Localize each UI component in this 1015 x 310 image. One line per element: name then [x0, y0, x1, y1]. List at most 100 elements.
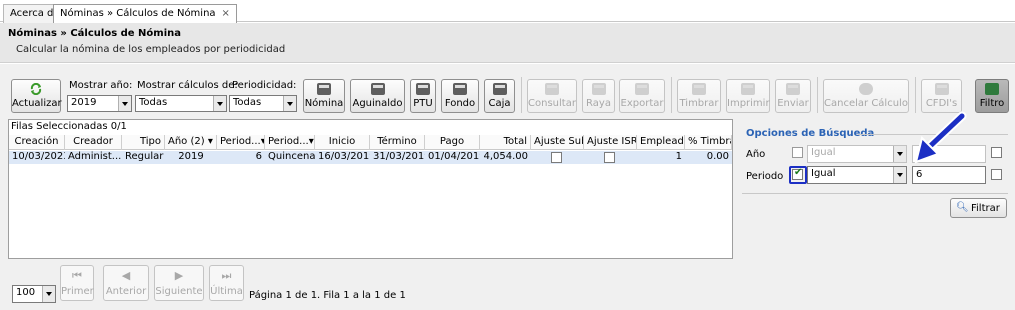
cell-total: 4,054.00 — [483, 151, 528, 162]
caja-label: Caja — [488, 98, 511, 109]
toolbar-divider — [817, 77, 818, 113]
toolbar-divider — [915, 77, 916, 113]
checkmark-icon: ✔ — [794, 167, 803, 178]
first-page-label: Primer — [61, 286, 94, 297]
cell-anio: 2019 — [178, 151, 204, 162]
chevron-down-icon — [118, 96, 131, 111]
timbrar-button[interactable]: Timbrar — [677, 79, 721, 113]
caja-button[interactable]: Caja — [484, 79, 515, 113]
column-header[interactable]: Ajuste ISR — [584, 135, 637, 150]
column-header-label: Año (2) — [168, 136, 205, 147]
enviar-button[interactable]: Enviar — [775, 79, 811, 113]
cfdis-label: CFDI's — [925, 98, 958, 109]
year-filter-label: Año — [746, 149, 766, 160]
column-header[interactable]: Creador — [65, 135, 122, 150]
cell-termino: 31/03/2019 — [373, 151, 425, 162]
year-operator-select[interactable]: Igual — [807, 145, 907, 163]
period-operator-select[interactable]: Igual — [807, 166, 907, 184]
period-label: Periodicidad: — [232, 80, 297, 91]
nomina-button[interactable]: Nómina — [303, 79, 345, 113]
ajuste-sub-checkbox[interactable] — [551, 152, 562, 163]
column-header[interactable]: Tipo — [122, 135, 165, 150]
filter-dropdown-icon[interactable]: ▾ — [208, 136, 213, 147]
tab-bar: Acerca de Nóminas » Cálculos de Nómina × — [0, 0, 1015, 23]
document-icon — [545, 83, 559, 95]
cell-creacion: 10/03/2023 — [12, 151, 65, 162]
column-header[interactable]: Empleados — [637, 135, 685, 150]
cfdis-button[interactable]: CFDI's — [921, 79, 962, 113]
aguinaldo-button[interactable]: Aguinaldo — [350, 79, 405, 113]
year-select-value: 2019 — [71, 97, 97, 108]
filter-dropdown-icon[interactable]: ▾ — [309, 136, 314, 147]
tab-calculos-nomina[interactable]: Nóminas » Cálculos de Nómina × — [53, 4, 237, 23]
cell-inicio: 16/03/2019 — [318, 151, 370, 162]
periodicity-select[interactable]: Todas — [229, 95, 297, 112]
document-icon — [934, 83, 949, 95]
filter-panel-icon — [985, 83, 999, 95]
imprimir-button[interactable]: Imprimir — [726, 79, 770, 113]
periodicity-select-value: Todas — [233, 97, 262, 108]
next-page-icon: ▶ — [174, 269, 184, 282]
fondo-button[interactable]: Fondo — [441, 79, 479, 113]
refresh-button[interactable]: Actualizar — [11, 79, 62, 113]
raya-button[interactable]: Raya — [582, 79, 615, 113]
cancel-calculation-label: Cancelar Cálculo — [824, 98, 908, 109]
column-header-label: Period... — [268, 136, 309, 147]
divider — [742, 193, 1008, 194]
column-header-label: Period... — [220, 136, 261, 147]
chevron-down-icon — [283, 96, 296, 111]
filter-button-label: Filtrar — [971, 203, 1000, 214]
column-header[interactable]: Period...▾ — [265, 135, 315, 150]
imprimir-label: Imprimir — [727, 98, 770, 109]
ajuste-isr-checkbox[interactable] — [604, 152, 615, 163]
previous-page-button[interactable]: ◀ Anterior — [103, 265, 149, 301]
page-size-value: 100 — [16, 287, 36, 298]
tab-label: Nóminas » Cálculos de Nómina — [60, 8, 216, 19]
table-header: Creación Creador Tipo Año (2) ▾ Period..… — [9, 135, 732, 150]
first-page-button[interactable]: ⏮ Primer — [60, 265, 94, 301]
calculator-icon — [370, 83, 385, 95]
column-header[interactable]: Término — [370, 135, 425, 150]
raya-label: Raya — [586, 98, 611, 109]
toolbar-divider — [671, 77, 672, 113]
table-row[interactable]: 10/03/2023 Administ... Regular 2019 6 Qu… — [9, 151, 732, 164]
column-header[interactable]: Pago — [425, 135, 480, 150]
cancel-icon — [859, 83, 873, 95]
close-icon[interactable]: × — [222, 8, 230, 19]
column-header[interactable]: Ajuste Sub — [531, 135, 584, 150]
column-header[interactable]: Period...▾ — [217, 135, 265, 150]
refresh-label: Actualizar — [12, 98, 62, 109]
cell-periodicidad: Quincenal — [268, 151, 315, 162]
column-header[interactable]: Total — [480, 135, 531, 150]
page-size-select[interactable]: 100 — [12, 285, 56, 303]
column-header[interactable]: Creación — [9, 135, 65, 150]
year-extra-checkbox[interactable] — [991, 147, 1002, 158]
year-operator-value: Igual — [811, 147, 836, 158]
cancel-calculation-button[interactable]: Cancelar Cálculo — [823, 79, 909, 113]
column-header[interactable]: Año (2) ▾ — [165, 135, 217, 150]
ptu-label: PTU — [413, 98, 433, 109]
period-filter-checkbox[interactable]: ✔ — [792, 167, 803, 180]
column-header[interactable]: % Timbra... — [685, 135, 732, 150]
filter-button[interactable]: 🔍︎ Filtrar — [950, 198, 1007, 218]
ptu-button[interactable]: PTU — [410, 79, 436, 113]
year-select[interactable]: 2019 — [67, 95, 132, 112]
last-page-button[interactable]: ⏭ Última — [209, 265, 244, 301]
year-label: Mostrar año: — [69, 80, 133, 91]
filter-toggle-button[interactable]: Filtro — [975, 79, 1009, 113]
enviar-label: Enviar — [777, 98, 809, 109]
toolbar-divider — [521, 77, 522, 113]
column-header[interactable]: Inicio — [315, 135, 370, 150]
filter-toggle-label: Filtro — [979, 98, 1005, 109]
calculator-icon — [453, 83, 467, 95]
calc-select[interactable]: Todas — [135, 95, 227, 112]
consultar-button[interactable]: Consultar — [527, 79, 577, 113]
next-page-label: Siguiente — [155, 286, 203, 297]
period-extra-checkbox[interactable] — [991, 169, 1002, 180]
year-filter-checkbox[interactable] — [792, 147, 803, 158]
cell-creador: Administ... — [68, 151, 122, 162]
magnifier-icon: 🔍︎ — [956, 202, 969, 213]
exportar-button[interactable]: Exportar — [619, 79, 665, 113]
next-page-button[interactable]: ▶ Siguiente — [154, 265, 204, 301]
cell-periodo: 6 — [255, 151, 262, 162]
